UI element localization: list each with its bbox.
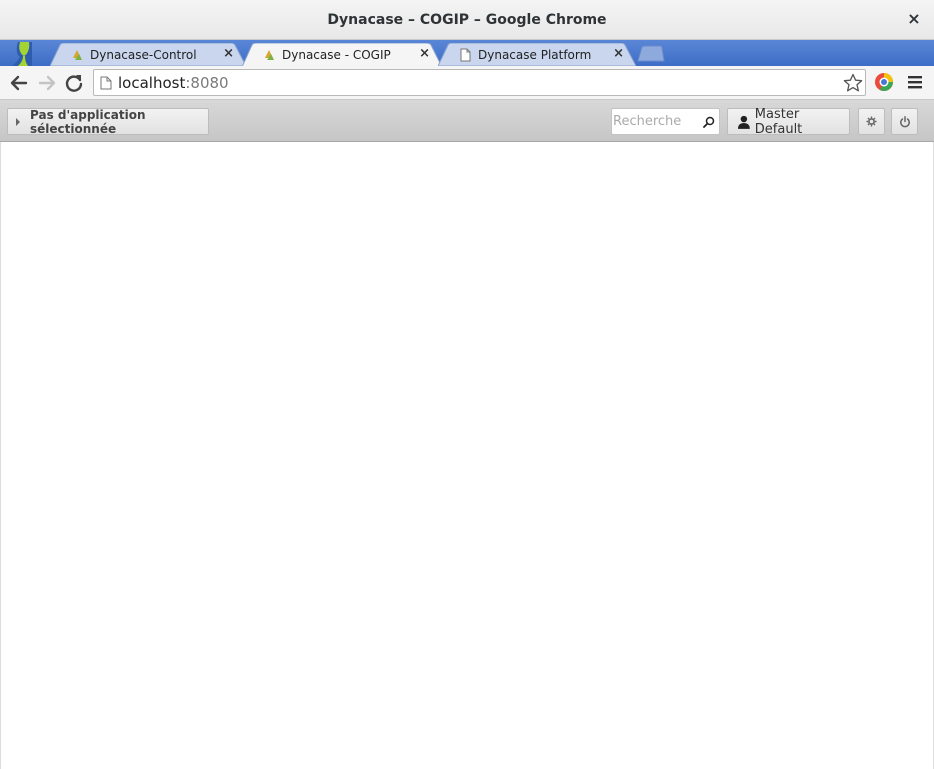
application-selector-label: Pas d'application sélectionnée: [30, 107, 146, 136]
tab-label: Dynacase - COGIP: [282, 47, 391, 62]
page-icon: [100, 76, 112, 90]
user-menu-button[interactable]: Master Default: [727, 106, 850, 137]
new-tab-button[interactable]: [636, 45, 666, 62]
reload-icon[interactable]: [63, 72, 85, 94]
tab-close-button[interactable]: ×: [613, 46, 624, 61]
logout-button[interactable]: [891, 108, 918, 135]
tab-label: Dynacase-Control: [90, 47, 197, 62]
application-selector-button[interactable]: Pas d'application sélectionnée: [7, 107, 209, 136]
url-host: localhost: [118, 74, 186, 92]
user-name-label: Master Default: [754, 106, 803, 137]
power-icon: [900, 116, 910, 128]
tab-dynacase-platform[interactable]: Dynacase Platform ×: [438, 43, 636, 66]
back-arrow-icon[interactable]: [8, 72, 30, 94]
gear-icon: [866, 116, 877, 127]
tab-label: Dynacase Platform: [478, 47, 592, 62]
extension-icon[interactable]: [874, 72, 894, 92]
menu-hamburger-icon[interactable]: [906, 73, 924, 91]
dynacase-favicon-icon: [265, 49, 274, 60]
window-titlebar: Dynacase – COGIP – Google Chrome ×: [0, 0, 934, 40]
window-title: Dynacase – COGIP – Google Chrome: [327, 11, 607, 28]
profile-avatar-icon[interactable]: [12, 42, 32, 66]
tab-strip: Dynacase-Control × Dynacase - COGIP × Dy…: [0, 40, 934, 66]
tab-dynacase-control[interactable]: Dynacase-Control ×: [50, 43, 246, 66]
tab-close-button[interactable]: ×: [223, 46, 234, 61]
browser-toolbar: localhost:8080: [0, 66, 934, 100]
search-input[interactable]: [613, 110, 701, 133]
search-box: [611, 108, 720, 135]
application-bar: Pas d'application sélectionnée Master De…: [0, 100, 934, 142]
url-port: :8080: [185, 74, 229, 92]
caret-right-icon: [16, 117, 20, 126]
tab-dynacase-cogip[interactable]: Dynacase - COGIP ×: [242, 43, 442, 66]
dynacase-favicon-icon: [73, 49, 82, 60]
address-bar[interactable]: localhost:8080: [93, 69, 866, 96]
page-icon: [460, 48, 471, 61]
page-content-area: [0, 142, 934, 769]
settings-button[interactable]: [858, 108, 885, 135]
forward-arrow-icon[interactable]: [36, 72, 58, 94]
window-close-button[interactable]: ×: [906, 10, 922, 28]
user-icon: [738, 115, 750, 129]
tab-close-button[interactable]: ×: [419, 46, 430, 61]
search-icon[interactable]: [703, 116, 715, 128]
bookmark-star-icon[interactable]: [843, 73, 863, 93]
url-text[interactable]: localhost:8080: [118, 74, 229, 92]
